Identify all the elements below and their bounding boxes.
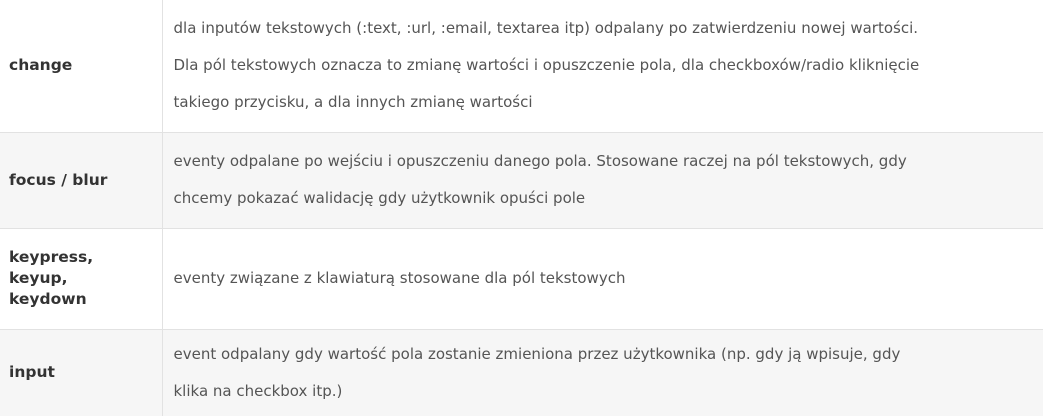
table-row: keypress, keyup, keydown eventy związane… — [0, 228, 1043, 330]
event-name-cell: focus / blur — [0, 132, 163, 229]
event-description-cell: dla inputów tekstowych (:text, :url, :em… — [162, 0, 1043, 133]
event-name: keyup, — [9, 269, 68, 287]
event-name: change — [9, 56, 73, 75]
events-table: change dla inputów tekstowych (:text, :u… — [0, 0, 1043, 416]
event-name-cell: change — [0, 0, 163, 133]
event-description-line: takiego przycisku, a dla innych zmianę w… — [173, 93, 533, 112]
event-description-line: dla inputów tekstowych (:text, :url, :em… — [173, 19, 919, 38]
event-description-cell: event odpalany gdy wartość pola zostanie… — [162, 329, 1043, 416]
event-description-line: Dla pól tekstowych oznacza to zmianę war… — [173, 56, 920, 75]
event-name: keypress, — [9, 248, 94, 266]
event-description-cell: eventy związane z klawiaturą stosowane d… — [162, 228, 1043, 330]
event-name-cell: input — [0, 329, 163, 416]
event-description-line: eventy związane z klawiaturą stosowane d… — [173, 269, 626, 287]
event-name: focus / blur — [9, 170, 108, 189]
event-name: input — [9, 363, 55, 381]
table-row: change dla inputów tekstowych (:text, :u… — [0, 0, 1043, 133]
event-name: keydown — [9, 290, 87, 308]
event-name-cell: keypress, keyup, keydown — [0, 228, 163, 330]
event-description-line: chcemy pokazać walidację gdy użytkownik … — [173, 189, 586, 207]
table-row: input event odpalany gdy wartość pola zo… — [0, 329, 1043, 416]
event-description-line: event odpalany gdy wartość pola zostanie… — [173, 344, 901, 363]
event-description-cell: eventy odpalane po wejściu i opuszczeniu… — [162, 132, 1043, 229]
event-description-line: klika na checkbox itp.) — [173, 381, 343, 400]
event-description-line: eventy odpalane po wejściu i opuszczeniu… — [173, 152, 907, 170]
table-row: focus / blur eventy odpalane po wejściu … — [0, 132, 1043, 229]
